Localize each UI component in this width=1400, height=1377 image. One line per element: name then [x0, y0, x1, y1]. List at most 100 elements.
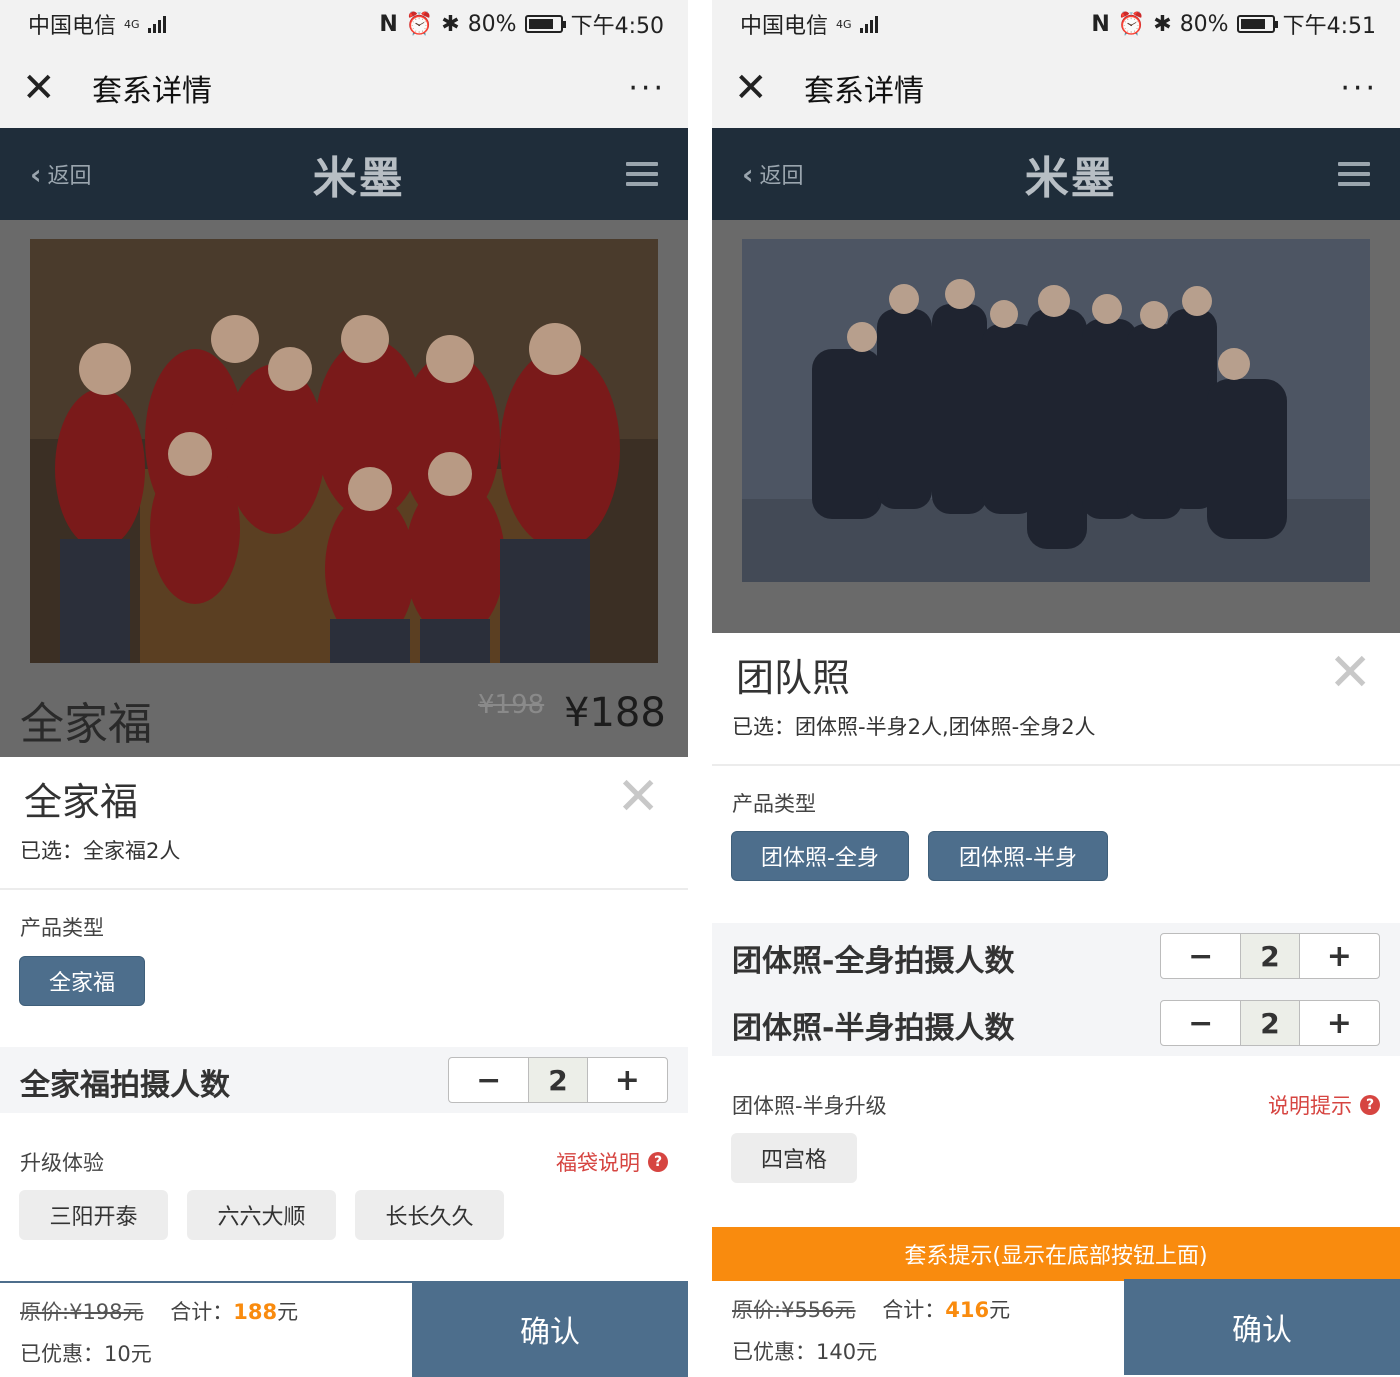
status-bar: 中国电信 4G N ⏰ ✱ 80% 下午4:51	[712, 0, 1400, 48]
alarm-icon: ⏰	[405, 11, 434, 37]
battery-icon	[1236, 15, 1278, 33]
page-title: 套系详情	[804, 74, 924, 109]
quantity-value[interactable]: 2	[528, 1058, 588, 1102]
site-header: ‹ 返回 米墨	[712, 128, 1400, 220]
hint-text: 福袋说明	[556, 1151, 640, 1175]
sheet-title: 团队照	[736, 656, 851, 700]
upgrade-option[interactable]: 三阳开泰	[19, 1190, 168, 1240]
total-label: 合计：	[882, 1298, 946, 1322]
quantity-label: 团体照-全身拍摄人数	[732, 944, 1015, 979]
quantity-stepper: − 2 +	[448, 1057, 668, 1103]
type-option-half-body[interactable]: 团体照-半身	[928, 831, 1108, 881]
close-sheet-icon[interactable]: ✕	[616, 771, 660, 823]
network-type: 4G	[836, 17, 852, 31]
battery-fill	[1240, 19, 1265, 29]
status-bar: 中国电信 4G N ⏰ ✱ 80% 下午4:50	[0, 0, 688, 48]
close-sheet-icon[interactable]: ✕	[1328, 647, 1372, 699]
menu-icon[interactable]	[626, 162, 658, 186]
alarm-icon: ⏰	[1117, 11, 1146, 37]
bluetooth-icon: ✱	[441, 11, 460, 37]
checkout-footer: 原价:¥556元 合计：416元 已优惠：140元 确认	[712, 1279, 1400, 1377]
menu-icon[interactable]	[1338, 162, 1370, 186]
total-unit: 元	[989, 1298, 1011, 1322]
upgrade-option[interactable]: 四宫格	[731, 1133, 857, 1183]
help-icon: ?	[1360, 1095, 1380, 1115]
minus-button[interactable]: −	[1161, 1001, 1240, 1045]
back-chevron-icon: ‹	[742, 157, 754, 191]
minus-button[interactable]: −	[1161, 934, 1240, 978]
product-type-label: 产品类型	[732, 792, 816, 816]
bluetooth-icon: ✱	[1153, 11, 1172, 37]
hint-link[interactable]: 说明提示 ?	[1268, 1090, 1380, 1120]
plus-button[interactable]: +	[588, 1058, 667, 1102]
webview-title-bar: ✕ 套系详情 ···	[712, 48, 1400, 128]
discount-text: 已优惠：140元	[732, 1340, 878, 1364]
minus-button[interactable]: −	[449, 1058, 528, 1102]
total-label: 合计：	[170, 1300, 234, 1324]
confirm-button[interactable]: 确认	[1124, 1279, 1400, 1375]
quantity-value[interactable]: 2	[1240, 934, 1300, 978]
plus-button[interactable]: +	[1300, 1001, 1379, 1045]
quantity-label: 团体照-半身拍摄人数	[732, 1011, 1015, 1046]
upgrade-label: 团体照-半身升级	[732, 1094, 887, 1118]
original-price: ¥198元	[69, 1300, 144, 1324]
original-price: ¥556元	[781, 1298, 856, 1322]
clock-time: 下午4:50	[570, 14, 664, 39]
close-icon[interactable]: ✕	[734, 68, 780, 108]
selected-summary: 已选：全家福2人	[20, 839, 181, 863]
webview-title-bar: ✕ 套系详情 ···	[0, 48, 688, 128]
battery-percent: 80%	[467, 11, 517, 37]
help-icon: ?	[648, 1152, 668, 1172]
total-value: 188	[233, 1300, 278, 1324]
quantity-band: 全家福拍摄人数 − 2 +	[0, 1047, 688, 1113]
quantity-stepper: − 2 +	[1160, 933, 1380, 979]
package-notice: 套系提示(显示在底部按钮上面)	[712, 1227, 1400, 1281]
product-type-label: 产品类型	[20, 916, 104, 940]
page-title: 套系详情	[92, 74, 212, 109]
quantity-band: 团体照-全身拍摄人数 − 2 + 团体照-半身拍摄人数 − 2 +	[712, 923, 1400, 1056]
type-option-family[interactable]: 全家福	[19, 956, 145, 1006]
more-icon[interactable]: ···	[1340, 71, 1378, 106]
network-type: 4G	[124, 17, 140, 31]
upgrade-label: 升级体验	[20, 1151, 104, 1175]
original-price-label: 原价:	[732, 1298, 782, 1322]
back-label: 返回	[47, 164, 92, 189]
more-icon[interactable]: ···	[628, 71, 666, 106]
back-button[interactable]: ‹ 返回	[30, 158, 92, 191]
hint-link[interactable]: 福袋说明 ?	[556, 1147, 668, 1177]
product-price: ¥188	[564, 690, 666, 736]
total-unit: 元	[277, 1300, 299, 1324]
type-option-full-body[interactable]: 团体照-全身	[731, 831, 909, 881]
site-logo: 米墨	[1024, 153, 1117, 204]
close-icon[interactable]: ✕	[22, 68, 68, 108]
divider	[0, 888, 688, 890]
back-label: 返回	[759, 164, 804, 189]
divider	[712, 764, 1400, 766]
plus-button[interactable]: +	[1300, 934, 1379, 978]
option-sheet: 全家福 ✕ 已选：全家福2人 产品类型 全家福 全家福拍摄人数 − 2 + 升级…	[0, 757, 688, 1281]
signal-icon	[859, 15, 878, 33]
discount-text: 已优惠：10元	[20, 1342, 152, 1366]
back-button[interactable]: ‹ 返回	[742, 158, 804, 191]
quantity-value[interactable]: 2	[1240, 1001, 1300, 1045]
back-chevron-icon: ‹	[30, 157, 42, 191]
hint-text: 说明提示	[1268, 1094, 1352, 1118]
confirm-button[interactable]: 确认	[412, 1281, 688, 1377]
upgrade-option[interactable]: 长长久久	[355, 1190, 504, 1240]
product-original-price: ¥198	[478, 690, 545, 720]
nfc-icon: N	[379, 11, 398, 37]
battery-fill	[528, 19, 553, 29]
quantity-stepper: − 2 +	[1160, 1000, 1380, 1046]
product-photo	[742, 239, 1370, 582]
battery-percent: 80%	[1179, 11, 1229, 37]
site-header: ‹ 返回 米墨	[0, 128, 688, 220]
product-backdrop	[712, 220, 1400, 633]
nfc-icon: N	[1091, 11, 1110, 37]
signal-icon	[147, 15, 166, 33]
upgrade-option[interactable]: 六六大顺	[187, 1190, 336, 1240]
total-value: 416	[945, 1298, 990, 1322]
product-name: 全家福	[20, 699, 152, 750]
phone-screen-team: 中国电信 4G N ⏰ ✱ 80% 下午4:51 ✕ 套系详情 ··· ‹ 返回…	[712, 0, 1400, 1377]
sheet-title: 全家福	[24, 780, 139, 824]
clock-time: 下午4:51	[1282, 14, 1376, 39]
